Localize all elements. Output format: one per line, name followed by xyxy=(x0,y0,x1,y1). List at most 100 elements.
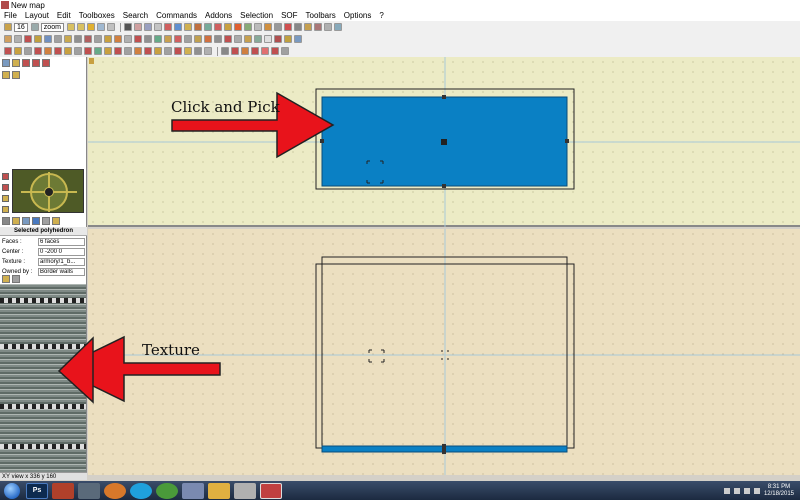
magnify-in-icon[interactable] xyxy=(66,23,75,31)
zoom-icon[interactable] xyxy=(30,23,39,31)
shape-hull-icon[interactable] xyxy=(144,47,152,55)
vertex-tool-icon[interactable] xyxy=(253,23,262,31)
property-value[interactable]: Border walls xyxy=(38,267,85,276)
brush-blue-icon[interactable] xyxy=(173,23,182,31)
shape-cylinder-icon[interactable] xyxy=(44,47,52,55)
teleport-icon[interactable] xyxy=(224,35,232,43)
viewport-bottom[interactable]: Texture xyxy=(88,229,800,475)
duplicate-icon[interactable] xyxy=(213,23,222,31)
menu-toolbars[interactable]: Toolbars xyxy=(302,11,340,20)
terrain-icon[interactable] xyxy=(154,35,162,43)
entity-box-icon[interactable] xyxy=(2,71,10,79)
window-app-icon[interactable] xyxy=(182,482,204,499)
hand-pan-icon[interactable] xyxy=(264,35,272,43)
brush-red-icon[interactable] xyxy=(163,23,172,31)
texture-tool-icon[interactable] xyxy=(233,23,242,31)
shape-torus-icon[interactable] xyxy=(114,47,122,55)
menu-commands[interactable]: Commands xyxy=(152,11,201,20)
camera-icon[interactable] xyxy=(254,35,262,43)
subtract-icon[interactable] xyxy=(104,35,112,43)
save-icon[interactable] xyxy=(96,23,105,31)
cylinder-icon[interactable] xyxy=(283,23,292,31)
menu-file[interactable]: File xyxy=(0,11,21,20)
torus-icon[interactable] xyxy=(164,35,172,43)
layout-cube-icon[interactable] xyxy=(271,47,279,55)
shape-grid-icon[interactable] xyxy=(204,47,212,55)
tray-network-icon[interactable] xyxy=(743,487,750,494)
light-icon[interactable] xyxy=(193,23,202,31)
wedge-icon[interactable] xyxy=(74,35,82,43)
layout-orange-icon[interactable] xyxy=(241,47,249,55)
merge-icon[interactable] xyxy=(114,35,122,43)
cone-icon[interactable] xyxy=(174,35,182,43)
grey-app-icon[interactable] xyxy=(234,482,256,499)
menu-layout[interactable]: Layout xyxy=(21,11,53,20)
view-corner-icon[interactable] xyxy=(89,58,94,64)
prism-icon[interactable] xyxy=(333,23,342,31)
path-icon[interactable] xyxy=(203,23,212,31)
stairs-icon[interactable] xyxy=(144,35,152,43)
layout-flag-icon[interactable] xyxy=(261,47,269,55)
copy-icon[interactable] xyxy=(106,23,115,31)
tray-arrow-icon[interactable] xyxy=(733,487,740,494)
zoom-tool-icon[interactable] xyxy=(14,35,22,43)
select-icon[interactable] xyxy=(4,35,12,43)
filter-icon[interactable] xyxy=(42,217,50,225)
entity-icon[interactable] xyxy=(183,23,192,31)
compass-icon[interactable] xyxy=(274,35,282,43)
tray-volume-icon[interactable] xyxy=(753,487,760,494)
paint-icon[interactable] xyxy=(22,217,30,225)
layout-red-icon[interactable] xyxy=(231,47,239,55)
photoshop-button[interactable]: Ps xyxy=(26,482,48,499)
menu-sof[interactable]: SOF xyxy=(277,11,301,20)
sphere-icon[interactable] xyxy=(54,35,62,43)
polygon-icon[interactable] xyxy=(34,35,42,43)
properties-icon[interactable] xyxy=(52,217,60,225)
center-marker-icon[interactable] xyxy=(441,139,447,145)
shape-stairs-icon[interactable] xyxy=(124,47,132,55)
shape-arch-icon[interactable] xyxy=(104,47,112,55)
dot-tool-icon[interactable] xyxy=(123,23,132,31)
nav-side-icon-1[interactable] xyxy=(2,173,9,180)
list-icon[interactable] xyxy=(2,217,10,225)
camera-navigator[interactable] xyxy=(12,169,84,213)
layers-icon[interactable] xyxy=(32,217,40,225)
shape-cube-grey-icon[interactable] xyxy=(24,47,32,55)
zoom-field[interactable]: zoom xyxy=(40,22,64,32)
texture-apply-icon[interactable] xyxy=(12,275,20,283)
target-icon[interactable] xyxy=(24,35,32,43)
skype-icon[interactable] xyxy=(130,482,152,499)
view-xz-icon[interactable] xyxy=(22,59,30,67)
undo-icon[interactable] xyxy=(153,23,162,31)
split-icon[interactable] xyxy=(124,35,132,43)
map-editor-button[interactable] xyxy=(260,482,282,499)
run-icon[interactable] xyxy=(294,35,302,43)
move-icon[interactable] xyxy=(143,23,152,31)
view-yz-icon[interactable] xyxy=(32,59,40,67)
view-3d-icon[interactable] xyxy=(2,59,10,67)
gear-icon[interactable] xyxy=(214,35,222,43)
build-icon[interactable] xyxy=(284,35,292,43)
navigator-hub-icon[interactable] xyxy=(44,187,54,197)
handle-left[interactable] xyxy=(320,139,324,143)
menu-selection[interactable]: Selection xyxy=(236,11,277,20)
tray-flag-icon[interactable] xyxy=(723,487,730,494)
menu-toolboxes[interactable]: Toolboxes xyxy=(75,11,119,20)
handle-edge[interactable] xyxy=(442,444,446,454)
rotate-icon[interactable] xyxy=(133,23,142,31)
nav-side-icon-3[interactable] xyxy=(2,195,9,202)
shape-cone-icon[interactable] xyxy=(54,47,62,55)
fire-icon[interactable] xyxy=(204,35,212,43)
viewport-top[interactable]: Click and Pick xyxy=(88,57,800,227)
property-value[interactable]: 0 -200 0 xyxy=(38,247,85,256)
mirror-icon[interactable] xyxy=(323,23,332,31)
app-red-button[interactable] xyxy=(52,482,74,499)
hollow-icon[interactable] xyxy=(84,35,92,43)
folder-icon[interactable] xyxy=(208,482,230,499)
shape-pyramid-icon[interactable] xyxy=(34,47,42,55)
menu-addons[interactable]: Addons xyxy=(201,11,236,20)
shape-sphere-icon[interactable] xyxy=(84,47,92,55)
cube-icon[interactable] xyxy=(263,23,272,31)
handle-top[interactable] xyxy=(442,95,446,99)
extrude-icon[interactable] xyxy=(194,35,202,43)
